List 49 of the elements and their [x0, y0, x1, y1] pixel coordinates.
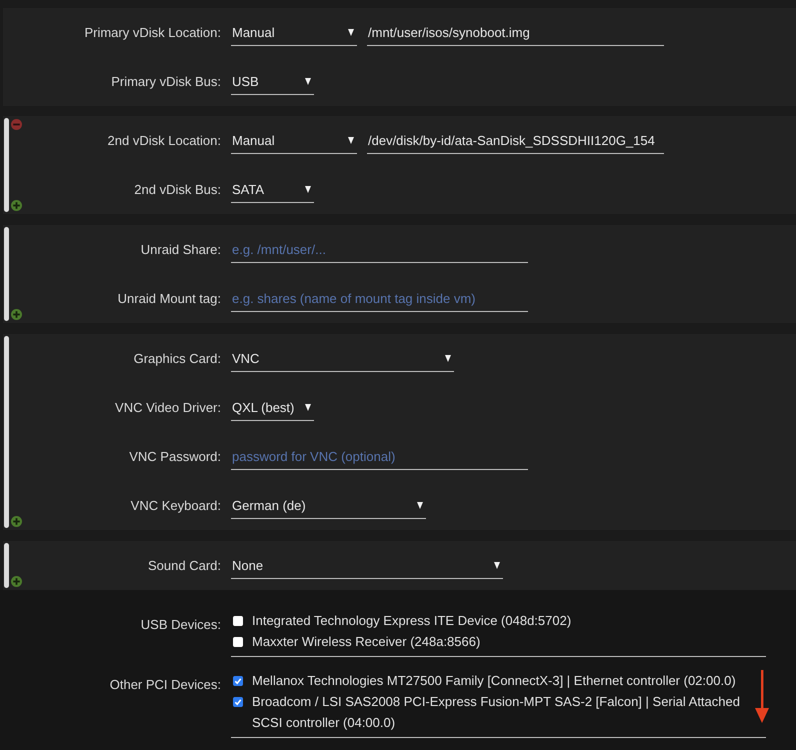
checkbox[interactable] [233, 616, 243, 626]
field-label: Primary vDisk Bus: [110, 74, 221, 90]
field-label: 2nd vDisk Location: [106, 132, 221, 148]
select-dropdown[interactable]: SATA [231, 176, 314, 202]
plus-circle-icon[interactable] [11, 200, 22, 211]
section-bar [4, 543, 9, 588]
field-label: Unraid Share: [140, 242, 221, 258]
caret-icon [445, 354, 451, 362]
select-dropdown[interactable]: USB [231, 68, 314, 94]
select-dropdown[interactable]: VNC [231, 346, 454, 372]
select-dropdown[interactable]: German (de) [231, 492, 426, 518]
field-label: Sound Card: [147, 558, 221, 574]
checkbox-label: Maxxter Wireless Receiver (248a:8566) [252, 633, 482, 651]
minus-circle-icon[interactable] [11, 119, 22, 130]
text-input[interactable]: e.g. /mnt/user/... [231, 236, 528, 262]
plus-circle-icon[interactable] [11, 576, 22, 587]
field-label: Other PCI Devices: [108, 677, 221, 693]
checkbox[interactable] [233, 676, 243, 686]
select-dropdown[interactable]: Manual [231, 128, 357, 154]
caret-icon [494, 562, 500, 568]
field-label: USB Devices: [140, 617, 221, 633]
select-dropdown[interactable]: Manual [231, 20, 357, 46]
checkbox-label: Mellanox Technologies MT27500 Family [ConnectX-3] | Ethernet controller (02:00.0) [252, 672, 737, 690]
field-label: Primary vDisk Location: [83, 24, 221, 40]
text-input[interactable]: e.g. shares (name of mount tag inside vm) [231, 286, 528, 312]
select-dropdown[interactable]: QXL (best) [231, 394, 314, 420]
checkbox-label: Integrated Technology Express ITE Device (048d:5702) [252, 612, 572, 630]
plus-circle-icon[interactable] [11, 516, 22, 527]
caret-icon [417, 502, 423, 508]
caret-icon [305, 404, 311, 410]
down-arrow-icon [755, 670, 769, 723]
text-input[interactable]: password for VNC (optional) [231, 444, 528, 470]
field-label: Graphics Card: [132, 350, 221, 366]
caret-icon [305, 78, 311, 84]
caret-icon [348, 136, 354, 144]
path-input[interactable]: /dev/disk/by-id/ata-SanDisk_SDSSDHII120G_154 [367, 128, 664, 154]
field-label: VNC Password: [128, 448, 221, 464]
field-label: 2nd vDisk Bus: [133, 182, 221, 198]
checkbox-label: Broadcom / LSI SAS2008 PCI-Express Fusion-MPT SAS-2 [Falcon] | Serial Attached SCSI controller (04:00.0) [252, 693, 741, 732]
path-input[interactable]: /mnt/user/isos/synoboot.img [367, 20, 664, 46]
field-label: VNC Keyboard: [130, 498, 221, 514]
field-label: Unraid Mount tag: [116, 290, 221, 306]
field-label: VNC Video Driver: [114, 400, 221, 416]
checkbox[interactable] [233, 637, 243, 647]
checkbox[interactable] [233, 697, 243, 707]
caret-icon [348, 28, 354, 36]
plus-circle-icon[interactable] [11, 309, 22, 320]
caret-icon [305, 186, 311, 192]
select-dropdown[interactable]: None [231, 552, 503, 578]
